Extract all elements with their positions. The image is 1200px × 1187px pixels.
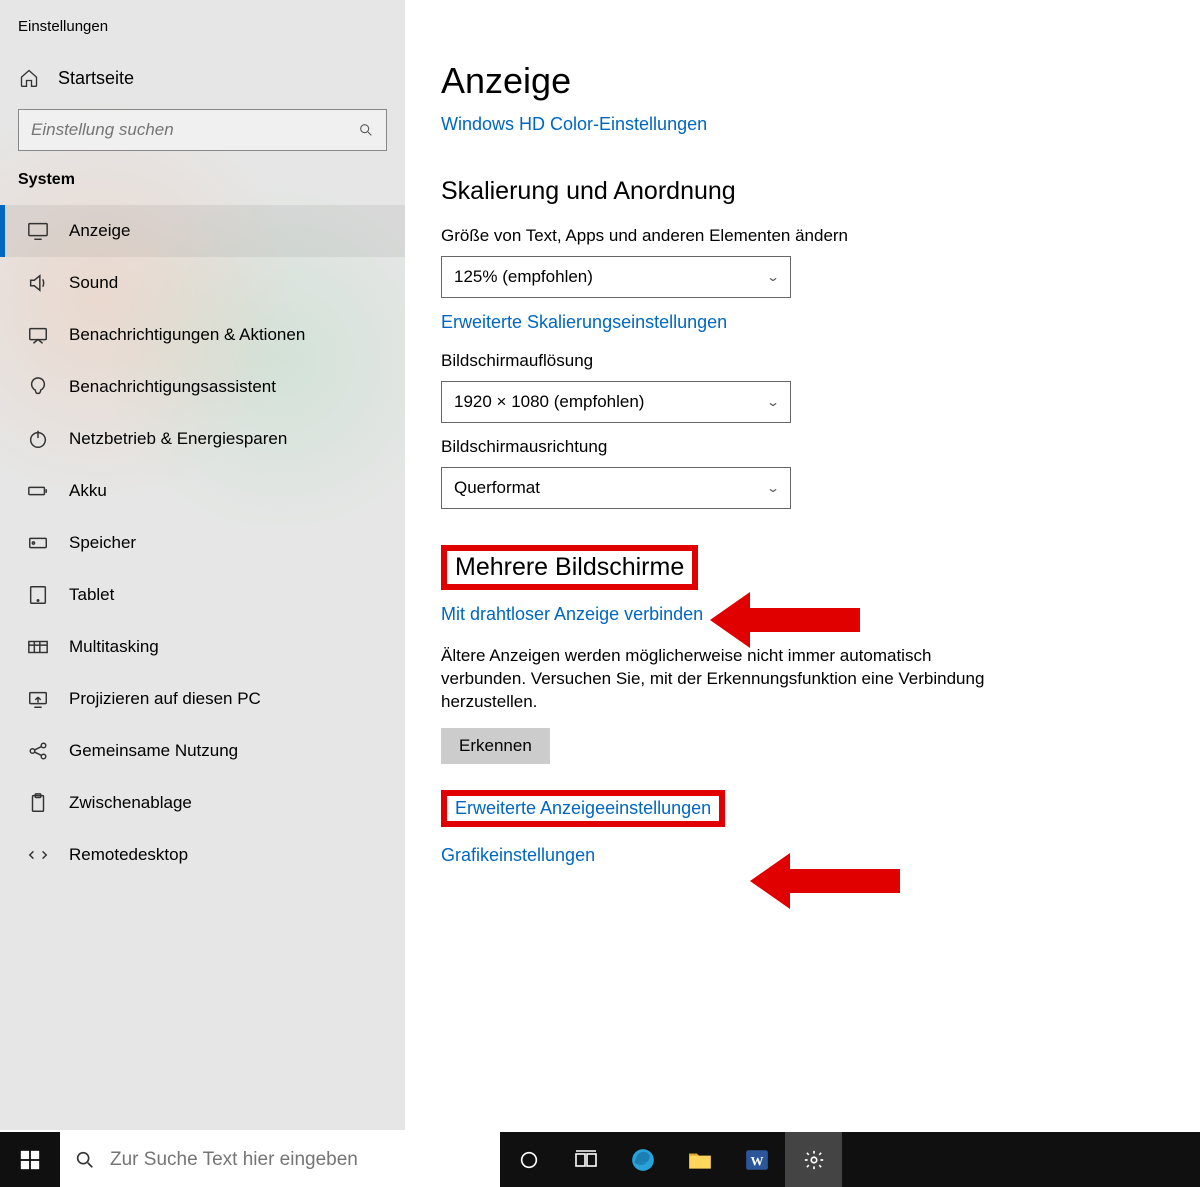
multi-heading: Mehrere Bildschirme <box>441 545 698 590</box>
taskbar: W <box>0 1132 1200 1187</box>
home-link[interactable]: Startseite <box>0 55 405 101</box>
focus-icon <box>27 376 49 398</box>
sidebar-item-netzbetrieb[interactable]: Netzbetrieb & Energiesparen <box>0 413 405 465</box>
orientation-value: Querformat <box>454 478 540 498</box>
sidebar-item-label: Akku <box>69 481 107 501</box>
hdcolor-link[interactable]: Windows HD Color-Einstellungen <box>441 114 707 135</box>
start-button[interactable] <box>0 1132 60 1187</box>
sidebar-item-multitasking[interactable]: Multitasking <box>0 621 405 673</box>
project-icon <box>27 688 49 710</box>
resolution-dropdown[interactable]: 1920 × 1080 (empfohlen) ⌄ <box>441 381 791 423</box>
resolution-value: 1920 × 1080 (empfohlen) <box>454 392 644 412</box>
multitask-icon <box>27 636 49 658</box>
search-icon <box>74 1149 96 1171</box>
sidebar-item-label: Netzbetrieb & Energiesparen <box>69 429 287 449</box>
sidebar-item-label: Speicher <box>69 533 136 553</box>
sidebar-item-label: Gemeinsame Nutzung <box>69 741 238 761</box>
sidebar-item-label: Benachrichtigungen & Aktionen <box>69 325 305 345</box>
resolution-label: Bildschirmauflösung <box>441 351 1150 371</box>
taskbar-search-input[interactable] <box>110 1149 486 1171</box>
sidebar-item-speicher[interactable]: Speicher <box>0 517 405 569</box>
textsize-dropdown[interactable]: 125% (empfohlen) ⌄ <box>441 256 791 298</box>
sidebar-item-label: Benachrichtigungsassistent <box>69 377 276 397</box>
sound-icon <box>27 272 49 294</box>
battery-icon <box>27 480 49 502</box>
chevron-down-icon: ⌄ <box>766 481 780 495</box>
window-title: Einstellungen <box>0 18 405 55</box>
home-icon <box>18 67 40 89</box>
power-icon <box>27 428 49 450</box>
sidebar-section: System <box>0 171 405 197</box>
search-box[interactable] <box>18 109 387 151</box>
display-icon <box>27 220 49 242</box>
older-displays-text: Ältere Anzeigen werden möglicherweise ni… <box>441 645 1001 714</box>
remote-icon <box>27 844 49 866</box>
sidebar-item-label: Multitasking <box>69 637 159 657</box>
search-input[interactable] <box>31 120 358 140</box>
orientation-label: Bildschirmausrichtung <box>441 437 1150 457</box>
scaling-heading: Skalierung und Anordnung <box>441 177 1150 206</box>
detect-button[interactable]: Erkennen <box>441 728 550 764</box>
edge-icon[interactable] <box>614 1132 671 1187</box>
sidebar-item-label: Remotedesktop <box>69 845 188 865</box>
sidebar-item-label: Projizieren auf diesen PC <box>69 689 261 709</box>
sidebar-item-projizieren[interactable]: Projizieren auf diesen PC <box>0 673 405 725</box>
chevron-down-icon: ⌄ <box>766 395 780 409</box>
graphics-link[interactable]: Grafikeinstellungen <box>441 845 595 866</box>
sidebar-item-sound[interactable]: Sound <box>0 257 405 309</box>
main-content: Anzeige Windows HD Color-Einstellungen S… <box>405 0 1200 1130</box>
clipboard-icon <box>27 792 49 814</box>
share-icon <box>27 740 49 762</box>
sidebar-item-zwischenablage[interactable]: Zwischenablage <box>0 777 405 829</box>
sidebar-item-label: Tablet <box>69 585 114 605</box>
search-container <box>18 109 387 151</box>
word-icon[interactable]: W <box>728 1132 785 1187</box>
explorer-icon[interactable] <box>671 1132 728 1187</box>
storage-icon <box>27 532 49 554</box>
sidebar-item-label: Zwischenablage <box>69 793 192 813</box>
sidebar-item-label: Sound <box>69 273 118 293</box>
sidebar-item-label: Anzeige <box>69 221 130 241</box>
annotation-arrow-2 <box>750 853 900 909</box>
sidebar-item-benachrichtigungen[interactable]: Benachrichtigungen & Aktionen <box>0 309 405 361</box>
sidebar-item-tablet[interactable]: Tablet <box>0 569 405 621</box>
sidebar-item-remotedesktop[interactable]: Remotedesktop <box>0 829 405 881</box>
textsize-label: Größe von Text, Apps und anderen Element… <box>441 226 1150 246</box>
wireless-link[interactable]: Mit drahtloser Anzeige verbinden <box>441 604 703 625</box>
notifications-icon <box>27 324 49 346</box>
taskview-icon[interactable] <box>557 1132 614 1187</box>
nav: Anzeige Sound Benachrichtigungen & Aktio… <box>0 205 405 881</box>
svg-text:W: W <box>750 1153 763 1168</box>
cortana-icon[interactable] <box>500 1132 557 1187</box>
home-label: Startseite <box>58 68 134 89</box>
sidebar: Einstellungen Startseite System Anzeige <box>0 0 405 1130</box>
advanced-display-link[interactable]: Erweiterte Anzeigeeinstellungen <box>441 790 725 827</box>
orientation-dropdown[interactable]: Querformat ⌄ <box>441 467 791 509</box>
sidebar-item-anzeige[interactable]: Anzeige <box>0 205 405 257</box>
advanced-scaling-link[interactable]: Erweiterte Skalierungseinstellungen <box>441 312 727 333</box>
search-icon <box>358 122 374 138</box>
tablet-icon <box>27 584 49 606</box>
sidebar-item-akku[interactable]: Akku <box>0 465 405 517</box>
taskbar-search[interactable] <box>60 1132 500 1187</box>
sidebar-item-nutzung[interactable]: Gemeinsame Nutzung <box>0 725 405 777</box>
page-title: Anzeige <box>441 60 1150 102</box>
settings-icon[interactable] <box>785 1132 842 1187</box>
chevron-down-icon: ⌄ <box>766 270 780 284</box>
sidebar-item-assistent[interactable]: Benachrichtigungsassistent <box>0 361 405 413</box>
textsize-value: 125% (empfohlen) <box>454 267 593 287</box>
